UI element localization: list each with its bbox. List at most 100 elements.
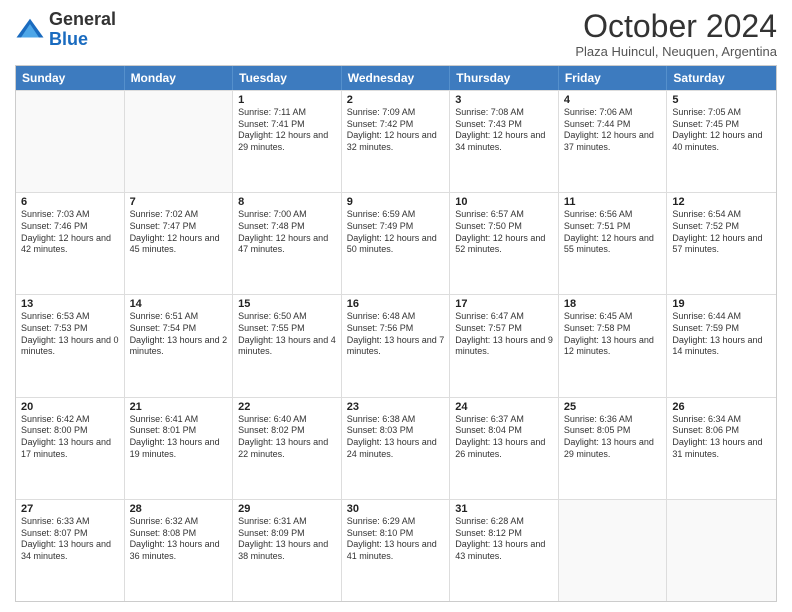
calendar-cell: 24Sunrise: 6:37 AM Sunset: 8:04 PM Dayli… bbox=[450, 398, 559, 499]
cell-info: Sunrise: 7:11 AM Sunset: 7:41 PM Dayligh… bbox=[238, 107, 336, 154]
calendar-cell: 5Sunrise: 7:05 AM Sunset: 7:45 PM Daylig… bbox=[667, 91, 776, 192]
cell-info: Sunrise: 7:05 AM Sunset: 7:45 PM Dayligh… bbox=[672, 107, 771, 154]
cell-info: Sunrise: 7:09 AM Sunset: 7:42 PM Dayligh… bbox=[347, 107, 445, 154]
calendar-cell: 31Sunrise: 6:28 AM Sunset: 8:12 PM Dayli… bbox=[450, 500, 559, 601]
day-number: 9 bbox=[347, 196, 445, 208]
day-number: 21 bbox=[130, 401, 228, 413]
calendar-cell: 27Sunrise: 6:33 AM Sunset: 8:07 PM Dayli… bbox=[16, 500, 125, 601]
cell-info: Sunrise: 7:03 AM Sunset: 7:46 PM Dayligh… bbox=[21, 209, 119, 256]
cell-info: Sunrise: 6:37 AM Sunset: 8:04 PM Dayligh… bbox=[455, 414, 553, 461]
title-area: October 2024 Plaza Huincul, Neuquen, Arg… bbox=[575, 10, 777, 59]
calendar-cell: 8Sunrise: 7:00 AM Sunset: 7:48 PM Daylig… bbox=[233, 193, 342, 294]
calendar-cell: 15Sunrise: 6:50 AM Sunset: 7:55 PM Dayli… bbox=[233, 295, 342, 396]
day-number: 19 bbox=[672, 298, 771, 310]
day-number: 10 bbox=[455, 196, 553, 208]
day-number: 20 bbox=[21, 401, 119, 413]
calendar-cell: 28Sunrise: 6:32 AM Sunset: 8:08 PM Dayli… bbox=[125, 500, 234, 601]
calendar-cell: 21Sunrise: 6:41 AM Sunset: 8:01 PM Dayli… bbox=[125, 398, 234, 499]
calendar-cell bbox=[667, 500, 776, 601]
calendar-body: 1Sunrise: 7:11 AM Sunset: 7:41 PM Daylig… bbox=[16, 90, 776, 601]
calendar-cell: 10Sunrise: 6:57 AM Sunset: 7:50 PM Dayli… bbox=[450, 193, 559, 294]
day-of-week-friday: Friday bbox=[559, 66, 668, 90]
calendar-cell: 16Sunrise: 6:48 AM Sunset: 7:56 PM Dayli… bbox=[342, 295, 451, 396]
cell-info: Sunrise: 6:48 AM Sunset: 7:56 PM Dayligh… bbox=[347, 311, 445, 358]
cell-info: Sunrise: 6:50 AM Sunset: 7:55 PM Dayligh… bbox=[238, 311, 336, 358]
day-number: 13 bbox=[21, 298, 119, 310]
calendar-cell bbox=[16, 91, 125, 192]
calendar-week-4: 20Sunrise: 6:42 AM Sunset: 8:00 PM Dayli… bbox=[16, 397, 776, 499]
cell-info: Sunrise: 7:08 AM Sunset: 7:43 PM Dayligh… bbox=[455, 107, 553, 154]
cell-info: Sunrise: 6:42 AM Sunset: 8:00 PM Dayligh… bbox=[21, 414, 119, 461]
calendar-cell: 12Sunrise: 6:54 AM Sunset: 7:52 PM Dayli… bbox=[667, 193, 776, 294]
day-number: 26 bbox=[672, 401, 771, 413]
day-of-week-saturday: Saturday bbox=[667, 66, 776, 90]
cell-info: Sunrise: 6:36 AM Sunset: 8:05 PM Dayligh… bbox=[564, 414, 662, 461]
header: General Blue October 2024 Plaza Huincul,… bbox=[15, 10, 777, 59]
cell-info: Sunrise: 6:34 AM Sunset: 8:06 PM Dayligh… bbox=[672, 414, 771, 461]
cell-info: Sunrise: 6:31 AM Sunset: 8:09 PM Dayligh… bbox=[238, 516, 336, 563]
day-number: 1 bbox=[238, 94, 336, 106]
logo-text: General Blue bbox=[49, 10, 116, 50]
day-of-week-wednesday: Wednesday bbox=[342, 66, 451, 90]
calendar-cell: 13Sunrise: 6:53 AM Sunset: 7:53 PM Dayli… bbox=[16, 295, 125, 396]
cell-info: Sunrise: 6:28 AM Sunset: 8:12 PM Dayligh… bbox=[455, 516, 553, 563]
logo-icon bbox=[15, 15, 45, 45]
cell-info: Sunrise: 7:00 AM Sunset: 7:48 PM Dayligh… bbox=[238, 209, 336, 256]
logo-blue: Blue bbox=[49, 30, 116, 50]
calendar-cell: 17Sunrise: 6:47 AM Sunset: 7:57 PM Dayli… bbox=[450, 295, 559, 396]
day-number: 2 bbox=[347, 94, 445, 106]
cell-info: Sunrise: 6:51 AM Sunset: 7:54 PM Dayligh… bbox=[130, 311, 228, 358]
cell-info: Sunrise: 6:59 AM Sunset: 7:49 PM Dayligh… bbox=[347, 209, 445, 256]
calendar-cell: 6Sunrise: 7:03 AM Sunset: 7:46 PM Daylig… bbox=[16, 193, 125, 294]
cell-info: Sunrise: 6:53 AM Sunset: 7:53 PM Dayligh… bbox=[21, 311, 119, 358]
calendar-cell: 26Sunrise: 6:34 AM Sunset: 8:06 PM Dayli… bbox=[667, 398, 776, 499]
calendar-cell: 11Sunrise: 6:56 AM Sunset: 7:51 PM Dayli… bbox=[559, 193, 668, 294]
calendar-week-1: 1Sunrise: 7:11 AM Sunset: 7:41 PM Daylig… bbox=[16, 90, 776, 192]
day-number: 7 bbox=[130, 196, 228, 208]
day-number: 29 bbox=[238, 503, 336, 515]
day-number: 18 bbox=[564, 298, 662, 310]
day-number: 23 bbox=[347, 401, 445, 413]
day-number: 24 bbox=[455, 401, 553, 413]
calendar-cell: 20Sunrise: 6:42 AM Sunset: 8:00 PM Dayli… bbox=[16, 398, 125, 499]
calendar-cell: 30Sunrise: 6:29 AM Sunset: 8:10 PM Dayli… bbox=[342, 500, 451, 601]
day-number: 12 bbox=[672, 196, 771, 208]
calendar-cell bbox=[559, 500, 668, 601]
cell-info: Sunrise: 6:54 AM Sunset: 7:52 PM Dayligh… bbox=[672, 209, 771, 256]
day-number: 27 bbox=[21, 503, 119, 515]
calendar-cell: 23Sunrise: 6:38 AM Sunset: 8:03 PM Dayli… bbox=[342, 398, 451, 499]
calendar-cell: 29Sunrise: 6:31 AM Sunset: 8:09 PM Dayli… bbox=[233, 500, 342, 601]
calendar-cell: 9Sunrise: 6:59 AM Sunset: 7:49 PM Daylig… bbox=[342, 193, 451, 294]
cell-info: Sunrise: 7:06 AM Sunset: 7:44 PM Dayligh… bbox=[564, 107, 662, 154]
calendar-header: SundayMondayTuesdayWednesdayThursdayFrid… bbox=[16, 66, 776, 90]
cell-info: Sunrise: 7:02 AM Sunset: 7:47 PM Dayligh… bbox=[130, 209, 228, 256]
cell-info: Sunrise: 6:57 AM Sunset: 7:50 PM Dayligh… bbox=[455, 209, 553, 256]
day-of-week-tuesday: Tuesday bbox=[233, 66, 342, 90]
calendar-week-5: 27Sunrise: 6:33 AM Sunset: 8:07 PM Dayli… bbox=[16, 499, 776, 601]
day-number: 25 bbox=[564, 401, 662, 413]
cell-info: Sunrise: 6:44 AM Sunset: 7:59 PM Dayligh… bbox=[672, 311, 771, 358]
day-number: 22 bbox=[238, 401, 336, 413]
day-number: 15 bbox=[238, 298, 336, 310]
cell-info: Sunrise: 6:38 AM Sunset: 8:03 PM Dayligh… bbox=[347, 414, 445, 461]
day-number: 31 bbox=[455, 503, 553, 515]
day-number: 16 bbox=[347, 298, 445, 310]
calendar-week-2: 6Sunrise: 7:03 AM Sunset: 7:46 PM Daylig… bbox=[16, 192, 776, 294]
cell-info: Sunrise: 6:40 AM Sunset: 8:02 PM Dayligh… bbox=[238, 414, 336, 461]
calendar-cell: 14Sunrise: 6:51 AM Sunset: 7:54 PM Dayli… bbox=[125, 295, 234, 396]
cell-info: Sunrise: 6:29 AM Sunset: 8:10 PM Dayligh… bbox=[347, 516, 445, 563]
page: General Blue October 2024 Plaza Huincul,… bbox=[0, 0, 792, 612]
calendar-cell bbox=[125, 91, 234, 192]
day-of-week-sunday: Sunday bbox=[16, 66, 125, 90]
day-number: 17 bbox=[455, 298, 553, 310]
calendar-cell: 4Sunrise: 7:06 AM Sunset: 7:44 PM Daylig… bbox=[559, 91, 668, 192]
location-subtitle: Plaza Huincul, Neuquen, Argentina bbox=[575, 44, 777, 59]
calendar-cell: 1Sunrise: 7:11 AM Sunset: 7:41 PM Daylig… bbox=[233, 91, 342, 192]
day-number: 5 bbox=[672, 94, 771, 106]
logo: General Blue bbox=[15, 10, 116, 50]
calendar-cell: 18Sunrise: 6:45 AM Sunset: 7:58 PM Dayli… bbox=[559, 295, 668, 396]
cell-info: Sunrise: 6:56 AM Sunset: 7:51 PM Dayligh… bbox=[564, 209, 662, 256]
calendar: SundayMondayTuesdayWednesdayThursdayFrid… bbox=[15, 65, 777, 602]
day-number: 30 bbox=[347, 503, 445, 515]
calendar-cell: 25Sunrise: 6:36 AM Sunset: 8:05 PM Dayli… bbox=[559, 398, 668, 499]
